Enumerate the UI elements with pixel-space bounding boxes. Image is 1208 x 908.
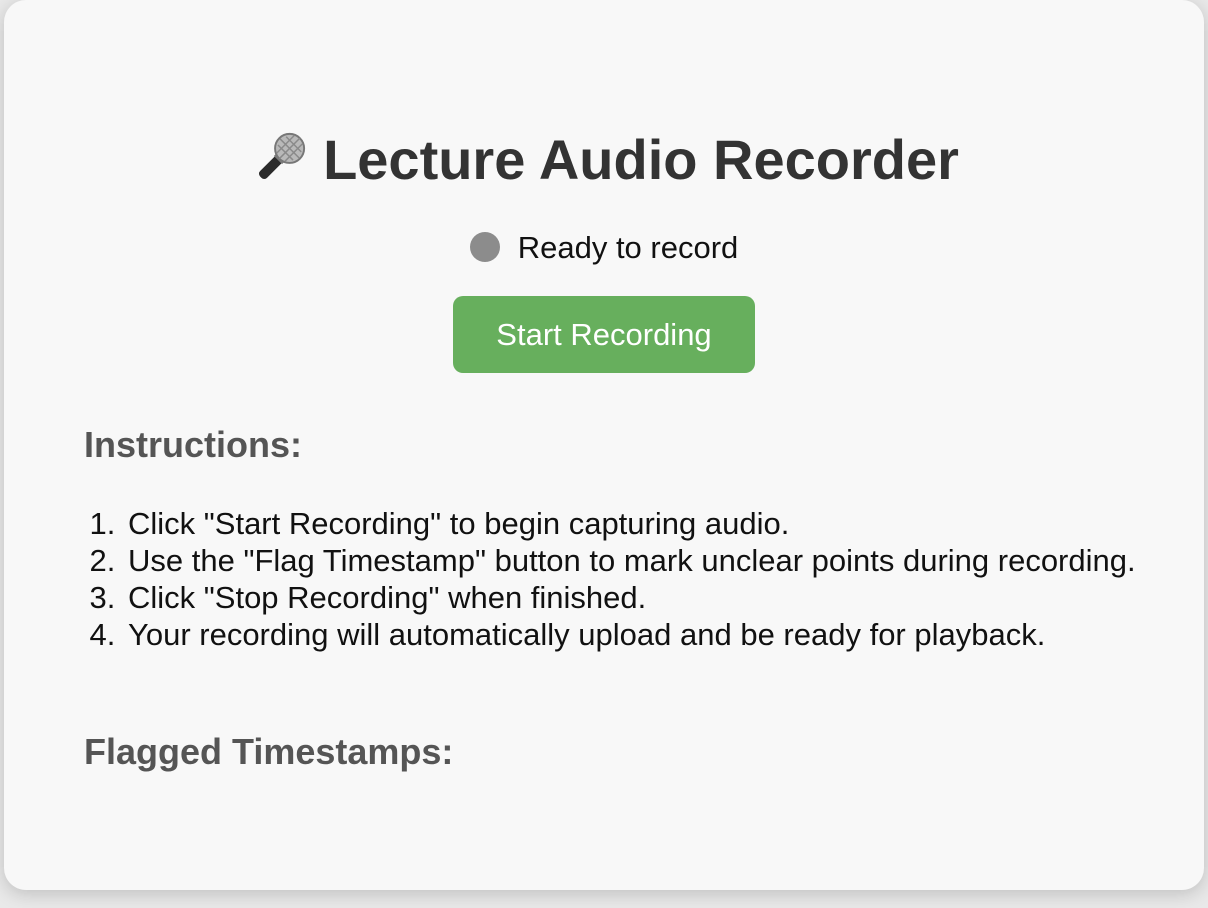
instructions-list: Click "Start Recording" to begin capturi… <box>84 505 1184 653</box>
instruction-step: Your recording will automatically upload… <box>124 616 1184 653</box>
instruction-step: Click "Stop Recording" when finished. <box>124 579 1184 616</box>
status-text: Ready to record <box>517 230 739 265</box>
start-recording-button[interactable]: Start Recording <box>453 296 755 373</box>
instruction-step: Click "Start Recording" to begin capturi… <box>124 505 1184 542</box>
app-title: Lecture Audio Recorder <box>323 128 959 191</box>
status-indicator-dot <box>469 232 500 262</box>
recording-status: Ready to record <box>4 226 1204 270</box>
microphone-icon <box>249 127 311 189</box>
flagged-timestamps-heading: Flagged Timestamps: <box>84 731 454 772</box>
page-title: Lecture Audio Recorder <box>4 120 1204 200</box>
instruction-step: Use the "Flag Timestamp" button to mark … <box>124 542 1184 579</box>
recorder-card: Lecture Audio Recorder Ready to record S… <box>4 0 1204 890</box>
instructions-heading: Instructions: <box>84 424 303 465</box>
